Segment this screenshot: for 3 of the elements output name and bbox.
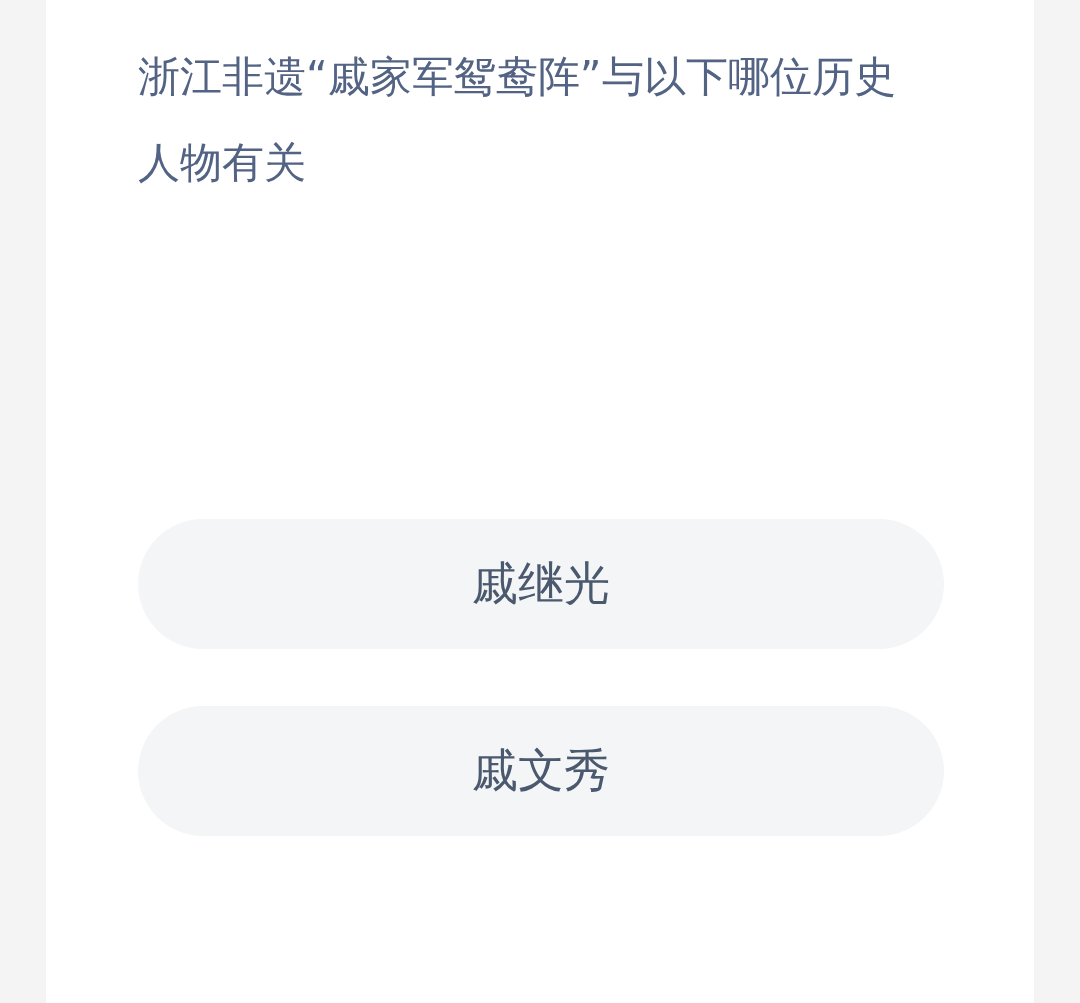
question-text: 浙江非遗“戚家军鸳鸯阵”与以下哪位历史人物有关 <box>138 51 897 189</box>
answer-option[interactable]: 戚文秀 <box>138 706 944 836</box>
answer-option[interactable]: 戚继光 <box>138 519 944 649</box>
